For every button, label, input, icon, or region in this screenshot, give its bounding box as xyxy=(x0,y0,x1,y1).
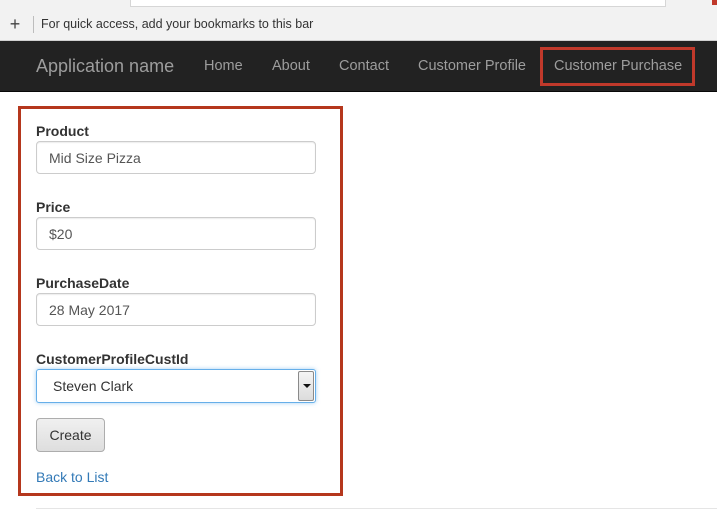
price-input[interactable] xyxy=(36,217,316,250)
create-button[interactable]: Create xyxy=(36,418,105,452)
price-label: Price xyxy=(36,199,71,215)
nav-link-contact[interactable]: Contact xyxy=(339,58,389,74)
menu-indicator xyxy=(712,0,717,5)
brand-link[interactable]: Application name xyxy=(36,56,174,77)
address-bar[interactable] xyxy=(130,0,666,7)
chevron-down-icon[interactable] xyxy=(298,371,314,401)
customer-select-value: Steven Clark xyxy=(53,378,134,394)
plus-icon[interactable]: + xyxy=(7,14,23,34)
bookmarks-divider xyxy=(33,16,34,33)
browser-toolbar xyxy=(0,0,717,8)
bookmarks-bar: + For quick access, add your bookmarks t… xyxy=(0,8,717,41)
nav-link-customer-profile[interactable]: Customer Profile xyxy=(418,58,526,74)
nav-link-about[interactable]: About xyxy=(272,58,310,74)
active-nav-highlight xyxy=(540,47,695,86)
product-label: Product xyxy=(36,123,89,139)
customer-label: CustomerProfileCustId xyxy=(36,351,189,367)
nav-link-home[interactable]: Home xyxy=(204,58,243,74)
back-to-list-link[interactable]: Back to List xyxy=(36,469,108,485)
purchase-date-label: PurchaseDate xyxy=(36,275,130,291)
product-input[interactable] xyxy=(36,141,316,174)
purchase-date-input[interactable] xyxy=(36,293,316,326)
customer-select[interactable]: Steven Clark xyxy=(36,369,316,403)
bookmarks-message: For quick access, add your bookmarks to … xyxy=(41,17,314,31)
footer-divider xyxy=(36,508,717,509)
